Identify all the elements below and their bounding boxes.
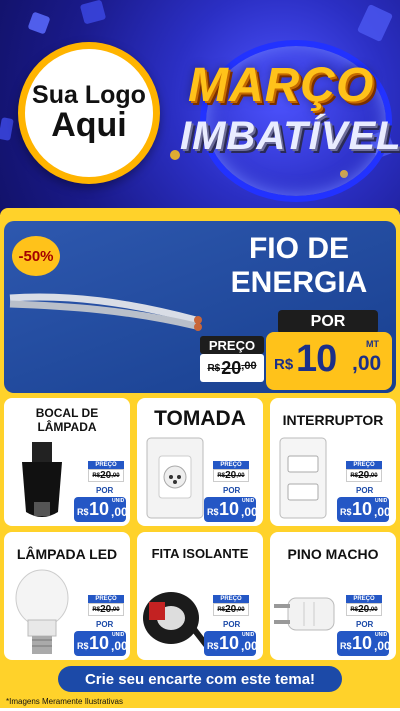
preco-label: PREÇO bbox=[200, 336, 264, 354]
hero-banner: Sua Logo Aqui MARÇO IMBATÍVEL bbox=[0, 0, 400, 215]
confetti-decoration bbox=[356, 3, 394, 43]
product-title: FITA ISOLANTE bbox=[151, 546, 249, 561]
new-price: R$ 10,00 UNID bbox=[74, 631, 128, 656]
new-price: R$ 10 ,00 MT bbox=[266, 332, 392, 390]
confetti-decoration bbox=[79, 0, 107, 25]
new-price: R$ 10,00 UNID bbox=[337, 497, 391, 522]
product-title: BOCAL DE LÂMPADA bbox=[35, 406, 99, 434]
product-title: PINO MACHO bbox=[287, 546, 379, 562]
confetti-decoration bbox=[27, 11, 51, 35]
logo-placeholder[interactable]: Sua Logo Aqui bbox=[18, 42, 160, 184]
product-card[interactable]: PINO MACHO PREÇO R$ 20,00 POR R$ 10,00 UNID bbox=[270, 532, 396, 660]
price-currency: R$ bbox=[274, 356, 294, 373]
por-label: POR bbox=[96, 486, 114, 495]
new-price: R$ 10,00 UNID bbox=[74, 497, 128, 522]
discount-badge: -50% bbox=[12, 236, 60, 276]
tape-icon bbox=[143, 592, 207, 648]
product-card[interactable]: TOMADA PREÇO R$ 20,00 POR R$ 10,00 UNID bbox=[137, 398, 263, 526]
old-price-integer: 20 bbox=[221, 357, 242, 378]
create-flyer-button[interactable]: Crie seu encarte com este tema! bbox=[58, 666, 342, 692]
led-bulb-icon bbox=[15, 569, 69, 654]
new-price: R$ 10,00 UNID bbox=[337, 631, 391, 656]
por-label: POR bbox=[223, 620, 241, 629]
old-price-currency: R$ bbox=[207, 362, 221, 374]
confetti-decoration bbox=[0, 117, 14, 141]
disclaimer-text: *Imagens Meramente Ilustrativas bbox=[6, 697, 123, 706]
wire-cable-icon bbox=[9, 293, 202, 331]
por-label: POR bbox=[356, 486, 374, 495]
plug-icon bbox=[274, 597, 335, 631]
campaign-title: MARÇO IMBATÍVEL bbox=[180, 40, 400, 202]
product-title: INTERRUPTOR bbox=[282, 412, 384, 428]
product-title: TOMADA bbox=[154, 407, 246, 430]
price-integer: 10 bbox=[296, 338, 337, 380]
logo-text-line2: Aqui bbox=[51, 106, 127, 145]
price-unit: MT bbox=[366, 339, 379, 349]
title-line2: IMBATÍVEL bbox=[180, 114, 400, 158]
por-label: POR bbox=[223, 486, 241, 495]
product-card[interactable]: BOCAL DE LÂMPADA PREÇO R$ 20,00 POR R$ 10,0… bbox=[4, 398, 130, 526]
outlet-icon bbox=[146, 437, 204, 519]
product-card[interactable]: INTERRUPTOR PREÇO R$ 20,00 POR R$ 10,00 UNI… bbox=[270, 398, 396, 526]
switch-icon bbox=[279, 437, 327, 519]
product-title: LÂMPADA LED bbox=[16, 546, 118, 562]
price-cents: ,00 bbox=[352, 352, 382, 375]
featured-title-line1: FIO DE bbox=[248, 232, 349, 265]
confetti-decoration bbox=[170, 150, 180, 160]
featured-product-title: FIO DE ENERGIA bbox=[210, 232, 388, 300]
logo-text-line1: Sua Logo bbox=[32, 81, 146, 110]
title-line1: MARÇO bbox=[188, 59, 375, 112]
old-price-cents: ,00 bbox=[241, 360, 257, 372]
product-card[interactable]: LÂMPADA LED PREÇO R$ 20,00 POR R$ 10,00 UNI… bbox=[4, 532, 130, 660]
por-label: POR bbox=[356, 620, 374, 629]
featured-title-line2: ENERGIA bbox=[230, 266, 368, 299]
new-price: R$ 10,00 UNID bbox=[204, 631, 258, 656]
por-label: POR bbox=[278, 310, 378, 334]
socket-icon bbox=[22, 442, 62, 517]
new-price: R$ 10,00 UNID bbox=[204, 497, 258, 522]
por-label: POR bbox=[96, 620, 114, 629]
product-card[interactable]: FITA ISOLANTE PREÇO R$ 20,00 POR R$ 10,00 U… bbox=[137, 532, 263, 660]
old-price: R$ 20 ,00 bbox=[200, 354, 264, 382]
